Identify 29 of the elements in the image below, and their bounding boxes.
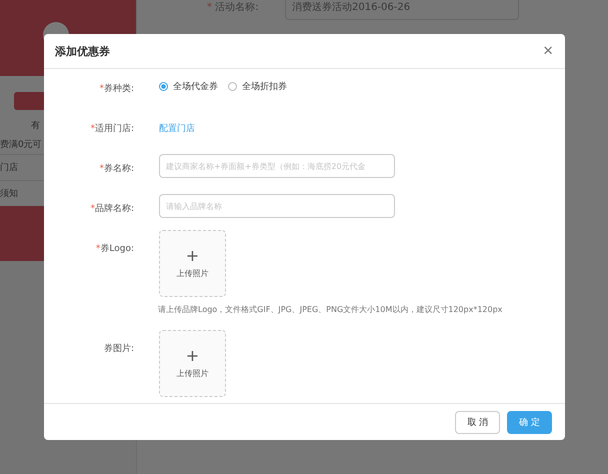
dialog-title: 添加优惠券 xyxy=(55,44,110,58)
radio-option[interactable]: 全场折扣券 xyxy=(228,80,287,93)
side-text: 费满0元可 xyxy=(0,138,43,152)
required-mark: * xyxy=(99,84,104,94)
form-label: 适用门店: xyxy=(94,124,134,134)
radio-label: 全场折扣券 xyxy=(242,80,287,93)
upload-box[interactable]: + 上传照片 xyxy=(159,230,226,297)
close-button[interactable]: × xyxy=(541,41,555,61)
radio-option[interactable]: 全场代金券 xyxy=(159,80,218,93)
form-label: 券Logo: xyxy=(100,244,134,254)
form-label: 券种类: xyxy=(104,84,134,94)
required-mark: * xyxy=(96,244,100,254)
form-label: 品牌名称: xyxy=(94,204,134,214)
input-field[interactable]: 请输入品牌名称 xyxy=(159,194,395,218)
form-label: 活动名称: xyxy=(215,2,259,13)
side-text: 有 xyxy=(31,120,40,133)
upload-box[interactable]: + 上传照片 xyxy=(159,330,226,397)
input-field[interactable]: 建议商家名称+券面额+券类型（例如：海底捞20元代金 xyxy=(159,154,395,178)
radio-label: 全场代金券 xyxy=(173,80,218,93)
required-mark: * xyxy=(207,2,212,13)
radio-icon[interactable] xyxy=(228,82,237,91)
radio-icon[interactable] xyxy=(159,82,168,91)
required-mark: * xyxy=(99,164,104,174)
required-mark: * xyxy=(90,124,95,134)
cancel-button[interactable]: 取 消 xyxy=(455,410,500,434)
form-label: 券名称: xyxy=(104,164,134,174)
required-mark: * xyxy=(90,204,95,214)
upload-hint: 请上传品牌Logo，文件格式GIF、JPG、JPEG、PNG文件大小10M以内，建议尺寸120px*120px xyxy=(158,304,502,315)
form-label: 券图片: xyxy=(104,344,134,354)
